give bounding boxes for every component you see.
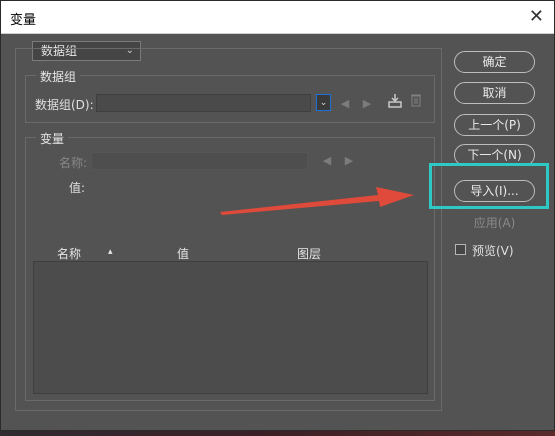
previous-button[interactable]: 上一个(P) <box>454 114 535 136</box>
cancel-button[interactable]: 取消 <box>454 82 535 104</box>
chevron-down-icon: ⌄ <box>319 98 328 108</box>
column-header-layer[interactable]: 图层 <box>297 245 321 262</box>
apply-button[interactable]: 应用(A) <box>454 212 535 234</box>
dataset-dropdown-button[interactable]: ⌄ <box>316 94 331 111</box>
triangle-left-icon[interactable]: ◀ <box>321 153 333 169</box>
close-icon[interactable]: ✕ <box>529 6 544 27</box>
triangle-right-icon[interactable]: ▶ <box>361 96 373 112</box>
variable-group-title: 变量 <box>36 130 69 147</box>
name-label: 名称: <box>59 156 88 170</box>
preview-checkbox[interactable] <box>455 244 466 255</box>
name-field[interactable] <box>91 152 308 170</box>
preview-label[interactable]: 预览(V) <box>472 242 514 259</box>
dataset-label: 数据组(D): <box>35 98 94 112</box>
sort-ascending-icon: ▴ <box>108 247 113 257</box>
dataset-field[interactable] <box>96 94 311 112</box>
triangle-right-icon[interactable]: ▶ <box>343 153 355 169</box>
dialog-title: 变量 <box>10 13 37 28</box>
annotation-arrow-icon <box>220 187 414 215</box>
value-label: 值: <box>69 181 86 195</box>
column-header-name[interactable]: 名称 <box>57 245 81 262</box>
import-highlight-box <box>429 163 549 209</box>
triangle-left-icon[interactable]: ◀ <box>339 96 351 112</box>
ok-button[interactable]: 确定 <box>454 51 535 73</box>
save-dataset-icon[interactable] <box>387 93 403 114</box>
title-bar: 变量 ✕ <box>1 1 554 34</box>
variables-table[interactable] <box>33 261 428 394</box>
dataset-group-title: 数据组 <box>36 68 81 85</box>
trash-icon[interactable] <box>409 93 423 112</box>
column-header-value[interactable]: 值 <box>177 245 189 262</box>
